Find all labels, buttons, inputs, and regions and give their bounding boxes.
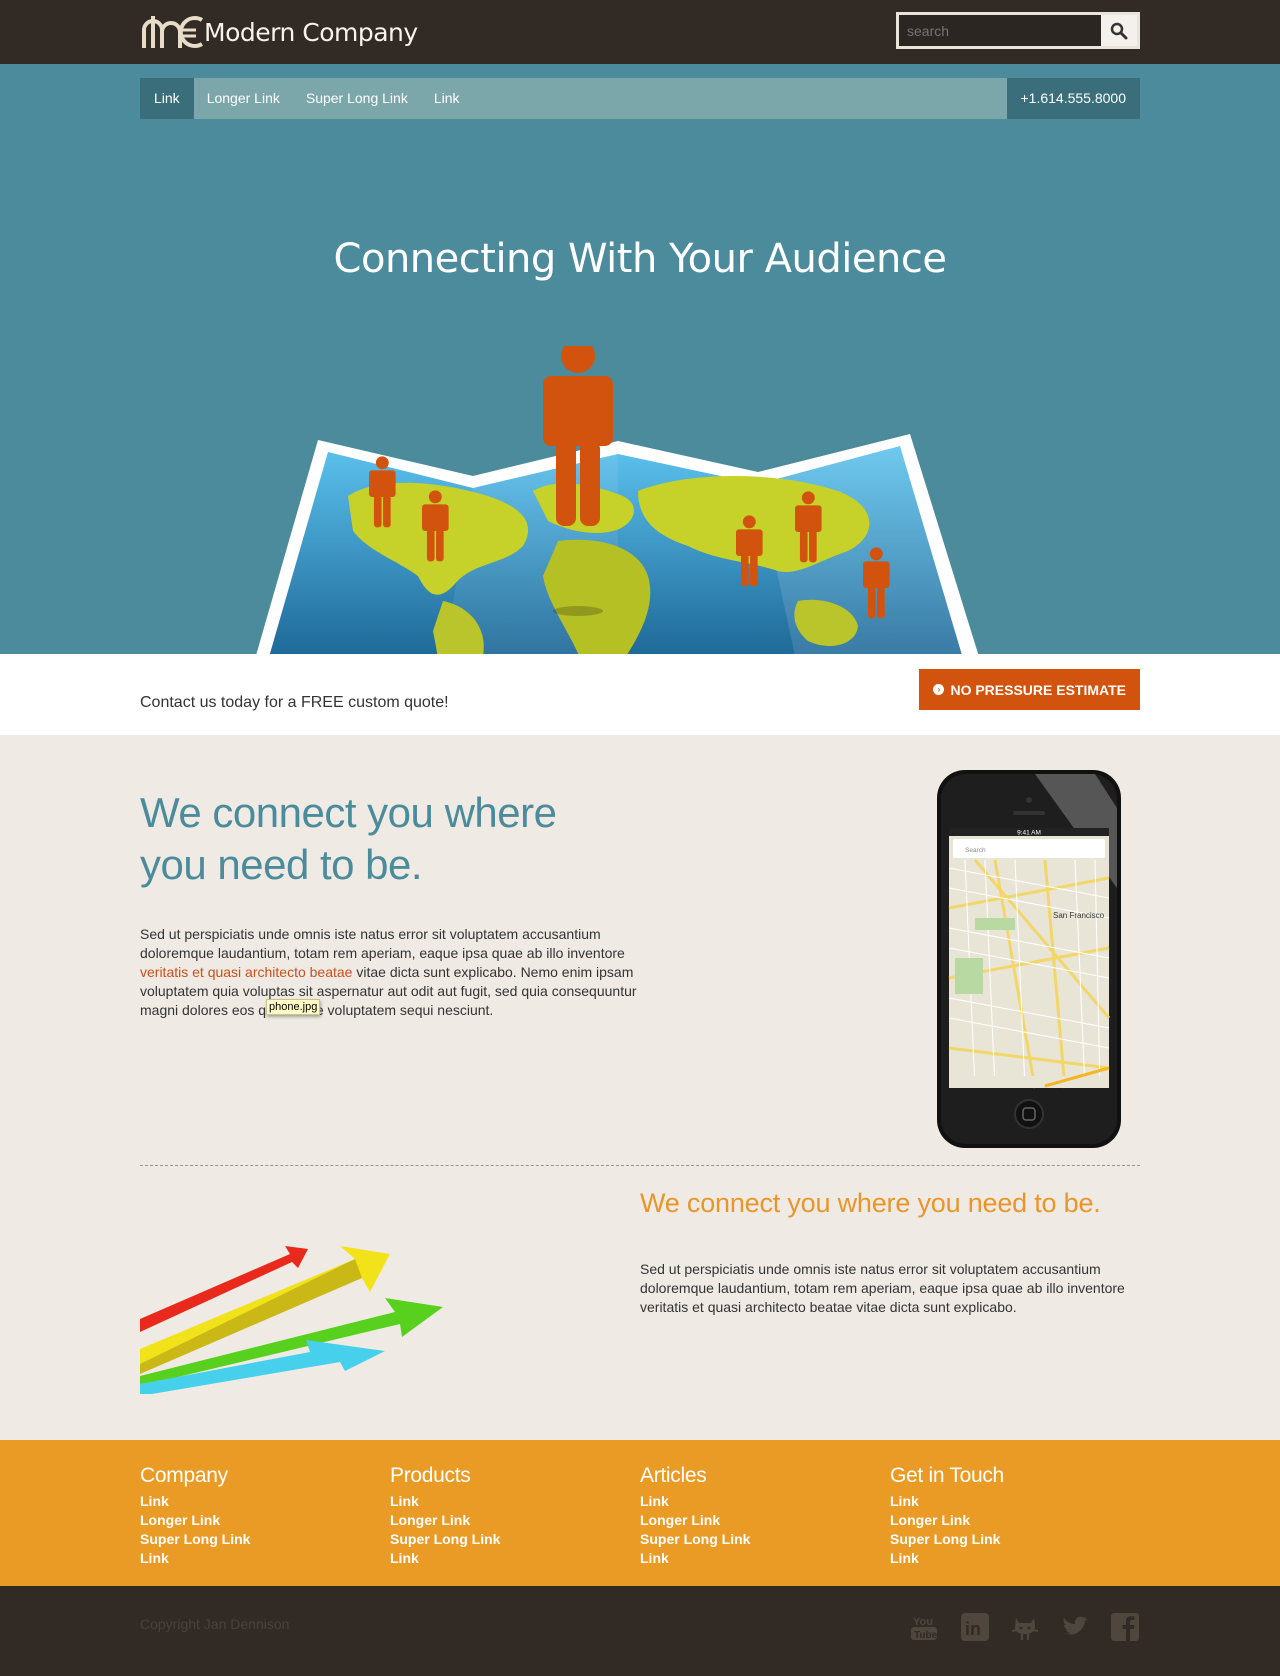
estimate-button-label: NO PRESSURE ESTIMATE xyxy=(950,681,1126,698)
footer-link[interactable]: Link xyxy=(390,1492,630,1511)
image-tooltip: phone.jpg xyxy=(266,999,321,1015)
search-box xyxy=(896,12,1140,49)
facebook-icon[interactable] xyxy=(1110,1612,1140,1642)
svg-text:Tube: Tube xyxy=(914,1630,938,1641)
linkedin-icon[interactable]: in xyxy=(960,1612,990,1642)
footer-column-title: Articles xyxy=(640,1464,707,1487)
footer-column-title: Company xyxy=(140,1464,228,1487)
logo-text: Modern Company xyxy=(204,17,418,47)
feature2-title: We connect you where you need to be. xyxy=(640,1188,1101,1218)
svg-text:You: You xyxy=(913,1616,933,1628)
cta-strip: Contact us today for a FREE custom quote… xyxy=(0,654,1280,735)
logo-mark-icon xyxy=(142,16,204,48)
feature-section-2: We connect you where you need to be. Sed… xyxy=(0,1168,1280,1440)
footer-link[interactable]: Link xyxy=(890,1492,1130,1511)
nav-item-link-1[interactable]: Link xyxy=(140,78,194,119)
feature1-inline-link[interactable]: veritatis et quasi architecto beatae xyxy=(140,964,352,980)
top-bar: Modern Company xyxy=(0,0,1280,64)
footer-link[interactable]: Longer Link xyxy=(640,1511,880,1530)
footer-link[interactable]: Link xyxy=(390,1549,630,1568)
footer-column-get-in-touch: Get in Touch Link Longer Link Super Long… xyxy=(890,1464,1130,1568)
world-map-illustration xyxy=(256,346,979,654)
footer-link[interactable]: Link xyxy=(640,1549,880,1568)
main-nav: Link Longer Link Super Long Link Link +1… xyxy=(140,78,1140,119)
footer-link[interactable]: Super Long Link xyxy=(640,1530,880,1549)
phone-map-city: San Francisco xyxy=(1053,911,1105,920)
footer-column-articles: Articles Link Longer Link Super Long Lin… xyxy=(640,1464,880,1568)
footer-column-company: Company Link Longer Link Super Long Link… xyxy=(140,1464,380,1568)
nav-item-super-long-link[interactable]: Super Long Link xyxy=(293,78,421,119)
feature1-text-before: Sed ut perspiciatis unde omnis iste natu… xyxy=(140,926,625,961)
footer-column-products: Products Link Longer Link Super Long Lin… xyxy=(390,1464,630,1568)
estimate-button[interactable]: › NO PRESSURE ESTIMATE xyxy=(919,669,1140,710)
social-links: You Tube in xyxy=(910,1612,1140,1642)
search-icon xyxy=(1110,22,1128,39)
nav-item-link-2[interactable]: Link xyxy=(421,78,473,119)
footer-link[interactable]: Link xyxy=(640,1492,880,1511)
hero-title: Connecting With Your Audience xyxy=(333,236,947,282)
twitter-icon[interactable] xyxy=(1060,1612,1090,1642)
phone-map-search: Search xyxy=(965,847,986,854)
footer-link[interactable]: Link xyxy=(140,1549,380,1568)
footer-link[interactable]: Longer Link xyxy=(390,1511,630,1530)
footer-column-title: Products xyxy=(390,1464,471,1487)
cta-text: Contact us today for a FREE custom quote… xyxy=(140,694,449,711)
copyright: Copyright Jan Dennison xyxy=(140,1616,290,1632)
feature2-text: Sed ut perspiciatis unde omnis iste natu… xyxy=(640,1261,1125,1315)
feature1-text: Sed ut perspiciatis unde omnis iste natu… xyxy=(140,925,640,1020)
footer-link[interactable]: Longer Link xyxy=(890,1511,1130,1530)
footer-link[interactable]: Super Long Link xyxy=(390,1530,630,1549)
footer-link[interactable]: Super Long Link xyxy=(140,1530,380,1549)
bottom-bar: Copyright Jan Dennison You Tube in xyxy=(0,1586,1280,1676)
feature1-title: We connect you where you need to be. xyxy=(140,789,557,888)
phone-number[interactable]: +1.614.555.8000 xyxy=(1006,78,1140,119)
footer-links: Company Link Longer Link Super Long Link… xyxy=(0,1440,1280,1586)
phone-status-time: 9:41 AM xyxy=(1017,830,1041,837)
search-input[interactable] xyxy=(899,15,1101,46)
feature-section-1: We connect you where you need to be. Sed… xyxy=(0,735,1280,1168)
youtube-icon[interactable]: You Tube xyxy=(910,1612,940,1642)
footer-column-title: Get in Touch xyxy=(890,1464,1004,1487)
logo[interactable]: Modern Company xyxy=(140,12,418,52)
hero-section: Link Longer Link Super Long Link Link +1… xyxy=(0,64,1280,654)
search-button[interactable] xyxy=(1101,15,1137,46)
chevron-right-icon: › xyxy=(933,684,945,695)
svg-text:in: in xyxy=(965,1619,981,1639)
nav-item-longer-link[interactable]: Longer Link xyxy=(194,78,293,119)
smartphone-map-image: 9:41 AM Search San Francisco xyxy=(937,770,1121,1148)
github-icon[interactable] xyxy=(1010,1612,1040,1642)
footer-link[interactable]: Super Long Link xyxy=(890,1530,1130,1549)
footer-link[interactable]: Link xyxy=(890,1549,1130,1568)
footer-link[interactable]: Longer Link xyxy=(140,1511,380,1530)
footer-link[interactable]: Link xyxy=(140,1492,380,1511)
colorful-arrows-illustration xyxy=(140,1246,443,1394)
section-divider xyxy=(140,1165,1140,1166)
